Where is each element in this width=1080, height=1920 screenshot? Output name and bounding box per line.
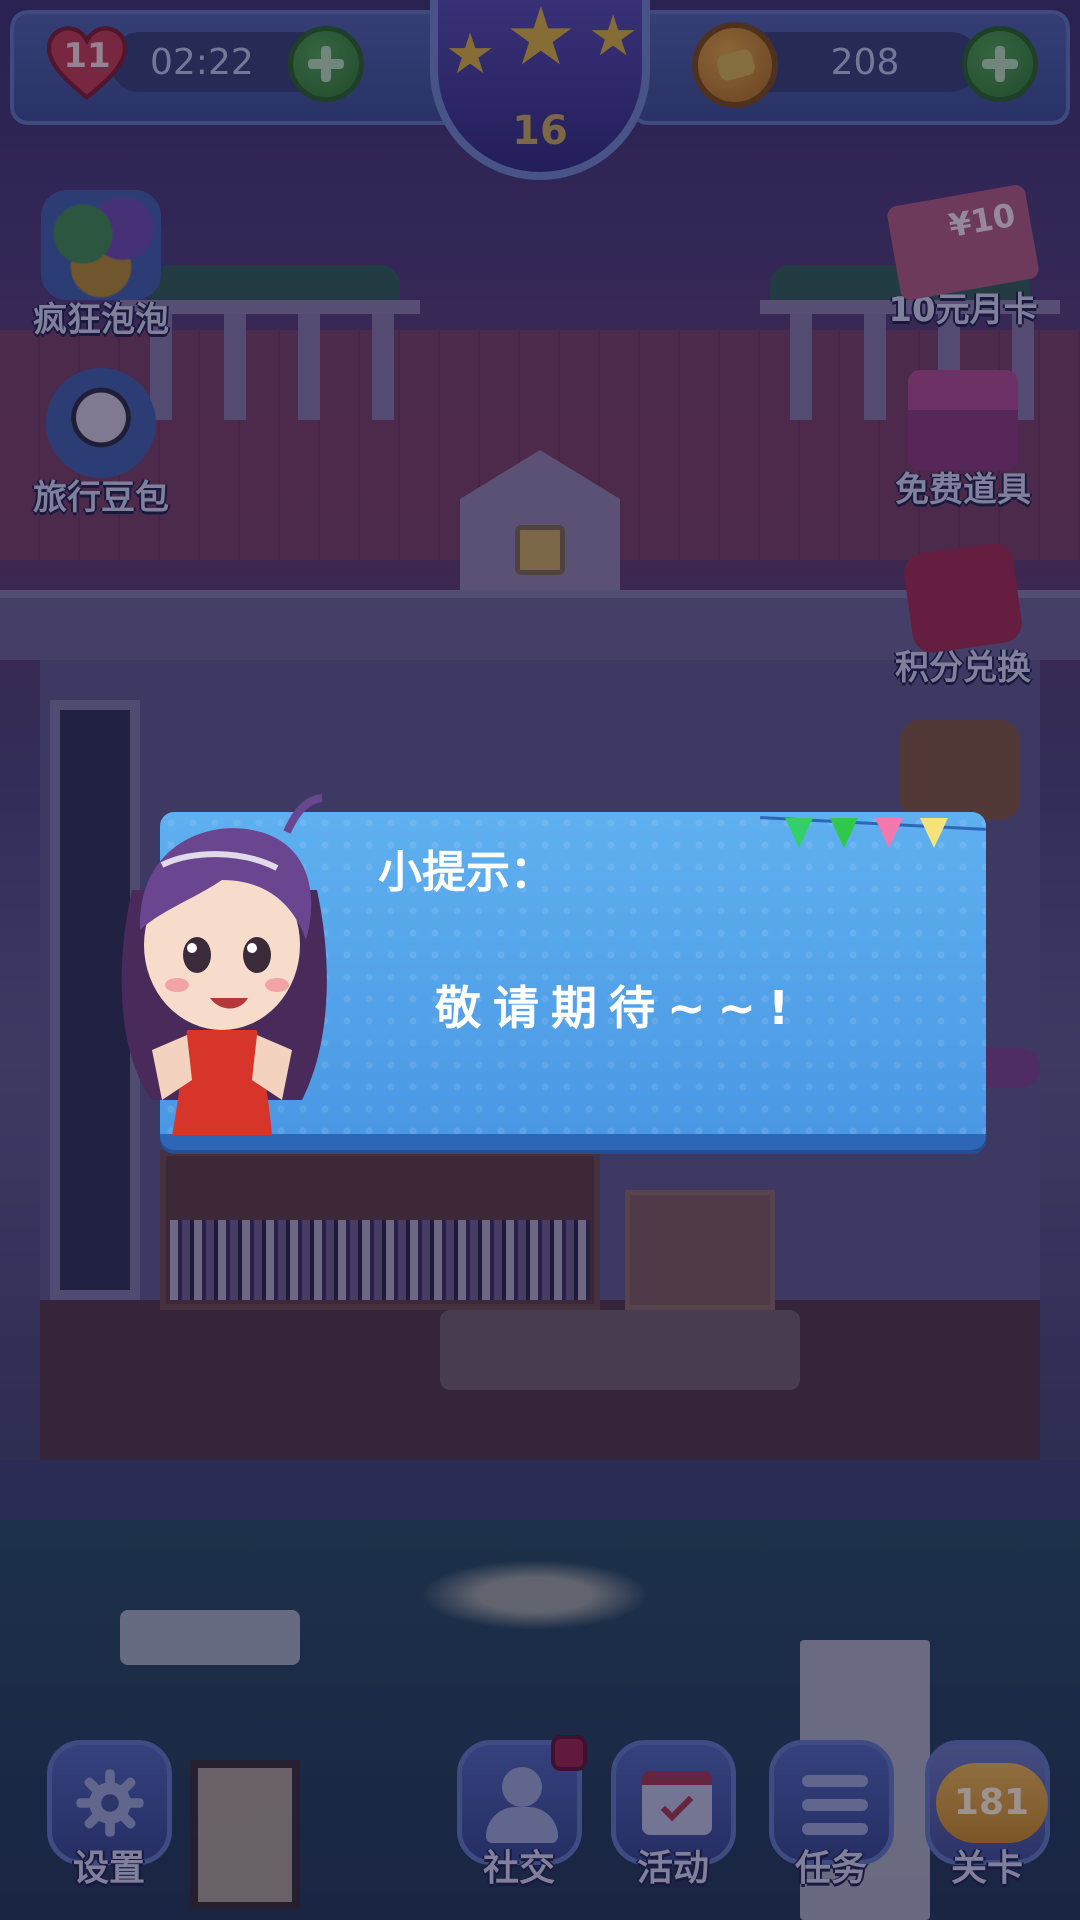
dialog-message: 敬请期待~~! [435, 981, 802, 1035]
bunting-flag [875, 818, 903, 848]
dialog-title: 小提示： [378, 847, 554, 898]
bunting-flag [830, 818, 858, 848]
bunting-flag [920, 818, 948, 848]
bunting-flag [785, 818, 813, 848]
guide-character-illustration [121, 794, 327, 1135]
